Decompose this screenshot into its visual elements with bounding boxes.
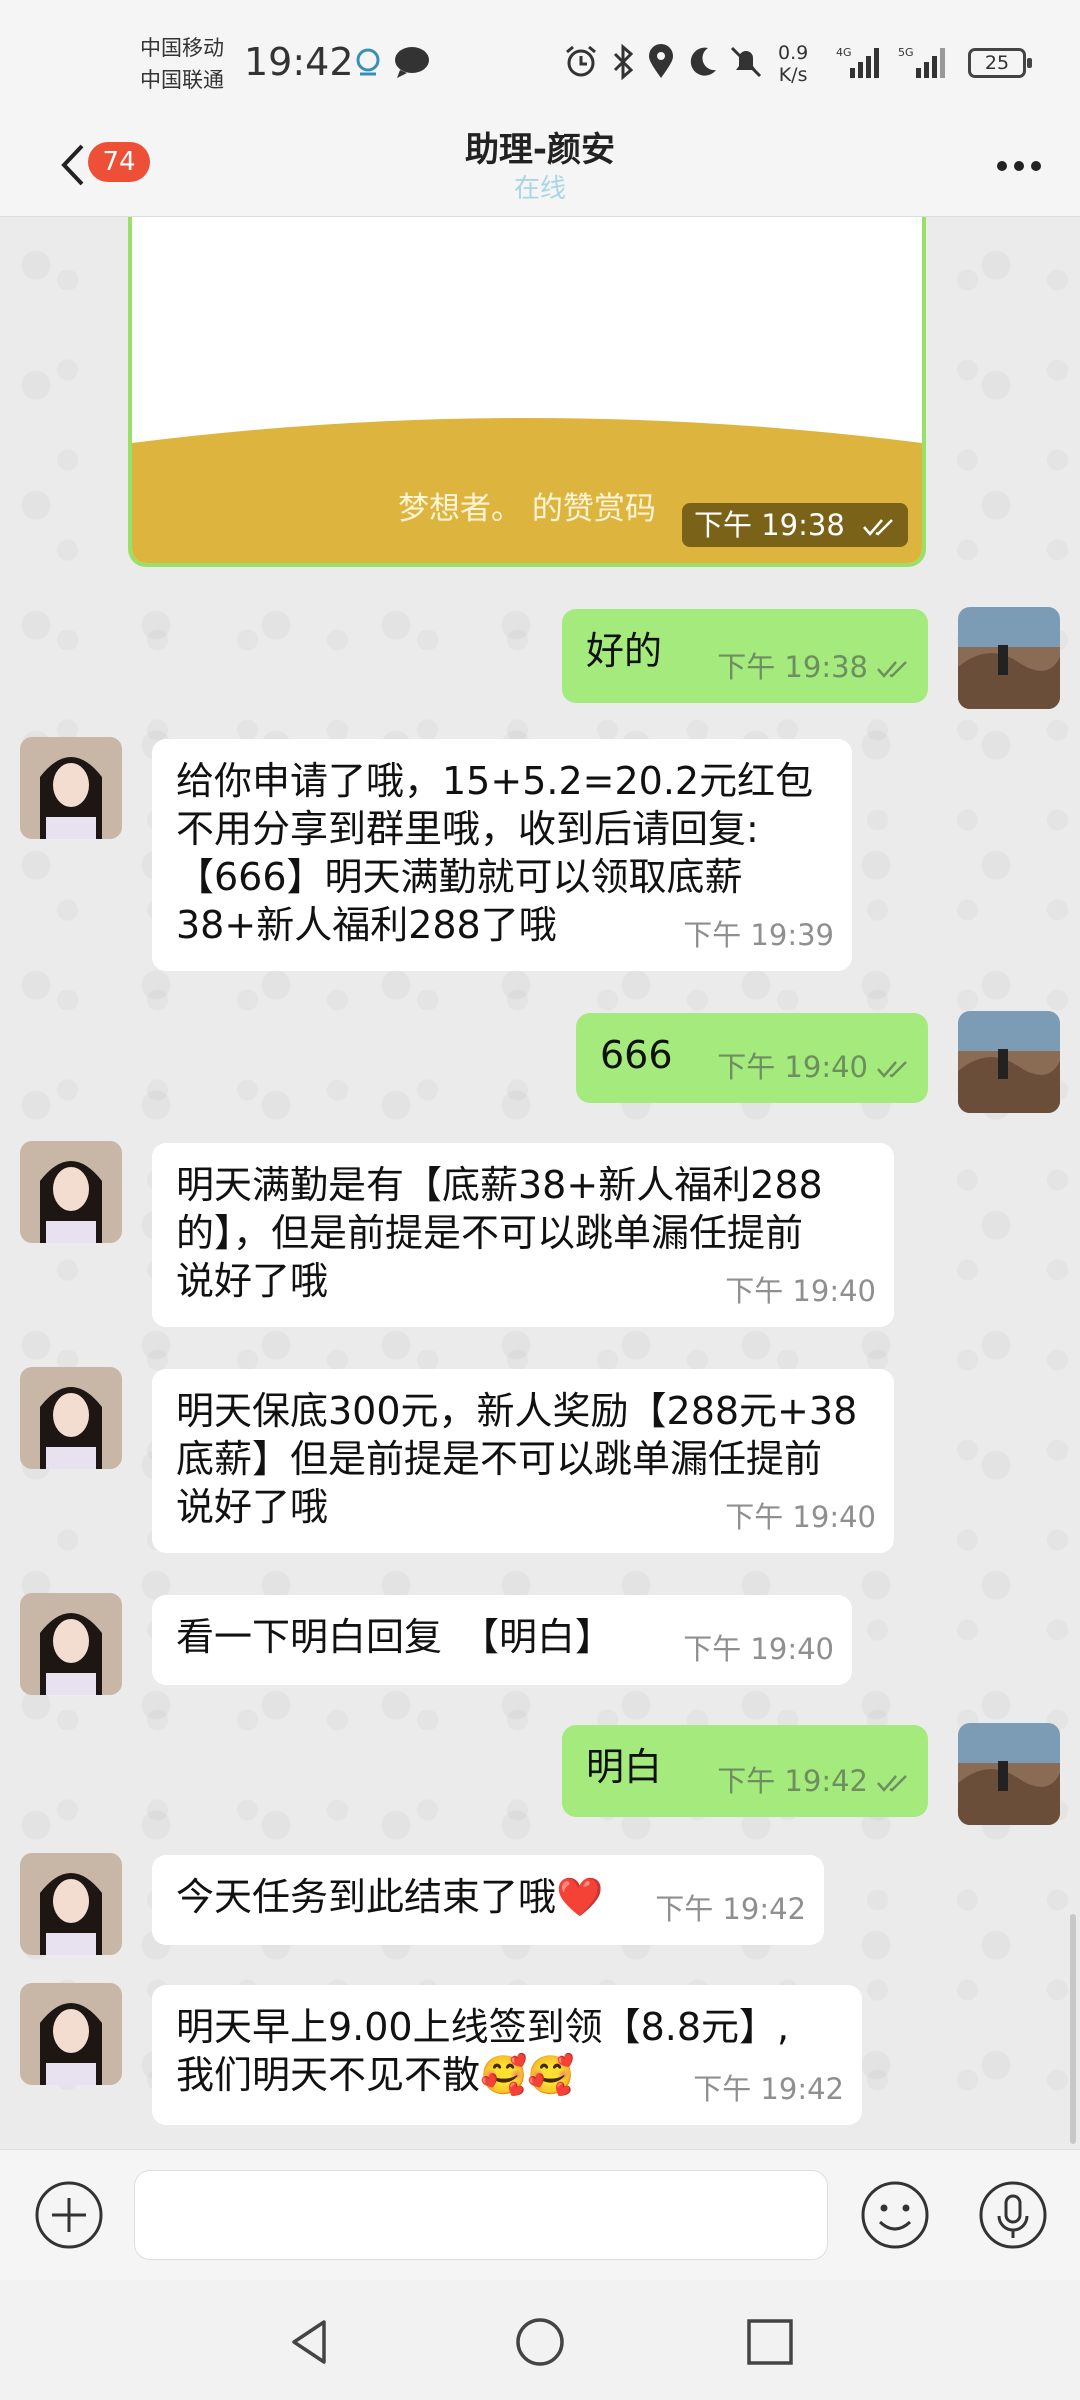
girl-avatar-image: [20, 1141, 122, 1243]
chat-message-list[interactable]: 梦想者。 的赞赏码 下午 19:38 好的 下午 19:38 给你申请了哦，15…: [0, 217, 1080, 2149]
contact-avatar[interactable]: [20, 1141, 122, 1243]
girl-avatar-image: [20, 737, 122, 839]
my-avatar[interactable]: [958, 1723, 1060, 1825]
message-bubble-outgoing[interactable]: 明白 下午 19:42: [562, 1725, 928, 1817]
carrier-1: 中国移动: [140, 36, 224, 60]
net-speed: 0.9 K/s: [778, 42, 809, 86]
message-bubble-incoming[interactable]: 今天任务到此结束了哦❤️ 下午 19:42: [152, 1855, 824, 1945]
message-bubble-incoming[interactable]: 给你申请了哦，15+5.2=20.2元红包 不用分享到群里哦，收到后请回复: 【…: [152, 739, 852, 971]
reward-card-time: 下午 19:38: [681, 503, 908, 547]
read-check-icon: [863, 519, 893, 536]
contact-avatar[interactable]: [20, 1853, 122, 1955]
location-icon: [649, 44, 673, 78]
message-time: 下午 19:42: [655, 1892, 806, 1926]
girl-avatar-image: [20, 1853, 122, 1955]
girl-avatar-image: [20, 1367, 122, 1469]
message-time: 下午 19:42: [717, 1757, 910, 1805]
girl-avatar-image: [20, 1983, 122, 2085]
message-time: 下午 19:38: [717, 643, 910, 691]
bluetooth-icon: [613, 44, 634, 80]
microphone-icon[interactable]: [978, 2180, 1048, 2250]
nav-back-icon[interactable]: [284, 2316, 336, 2368]
scrollbar[interactable]: [1070, 1914, 1076, 2144]
signal-4g-icon: 4G: [836, 46, 879, 78]
svg-text:5G: 5G: [898, 46, 914, 59]
plus-icon[interactable]: [34, 2180, 104, 2250]
message-input-bar: [0, 2149, 1080, 2280]
message-bubble-incoming[interactable]: 明天满勤是有【底薪38+新人福利288 的】，但是前提是不可以跳单漏任提前 说好…: [152, 1143, 894, 1327]
my-avatar[interactable]: [958, 607, 1060, 709]
message-input[interactable]: [134, 2170, 828, 2260]
more-options-icon[interactable]: [996, 160, 1042, 172]
read-check-icon: [877, 1775, 907, 1792]
chat-bubble-icon: [395, 47, 429, 78]
message-time: 下午 19:40: [717, 1043, 910, 1091]
contact-avatar[interactable]: [20, 737, 122, 839]
system-navigation-bar: [0, 2280, 1080, 2400]
message-time: 下午 19:40: [683, 1632, 834, 1666]
status-time: 19:42: [244, 40, 354, 84]
chat-header: 74 助理-颜安 在线: [0, 110, 1080, 217]
alarm-icon: [566, 45, 596, 77]
app-notification-icon: [356, 48, 380, 76]
message-time: 下午 19:39: [683, 918, 834, 952]
message-time: 下午 19:42: [693, 2072, 844, 2106]
message-time: 下午 19:40: [725, 1274, 876, 1308]
message-bubble-incoming[interactable]: 看一下明白回复 【明白】 下午 19:40: [152, 1595, 852, 1685]
message-bubble-outgoing[interactable]: 好的 下午 19:38: [562, 609, 928, 703]
my-avatar[interactable]: [958, 1011, 1060, 1113]
message-bubble-outgoing[interactable]: 666 下午 19:40: [576, 1013, 928, 1103]
read-check-icon: [877, 1061, 907, 1078]
contact-avatar[interactable]: [20, 1593, 122, 1695]
landscape-avatar-image: [958, 1011, 1060, 1113]
message-bubble-incoming[interactable]: 明天早上9.00上线签到领【8.8元】, 我们明天不见不散🥰🥰 下午 19:42: [152, 1985, 862, 2125]
moon-icon: [690, 47, 716, 76]
girl-avatar-image: [20, 1593, 122, 1695]
carrier-labels: 中国移动 中国联通: [140, 32, 224, 96]
message-bubble-incoming[interactable]: 明天保底300元，新人奖励【288元+38 底薪】但是前提是不可以跳单漏任提前 …: [152, 1369, 894, 1553]
contact-avatar[interactable]: [20, 1983, 122, 2085]
emoji-icon[interactable]: [860, 2180, 930, 2250]
carrier-2: 中国联通: [140, 68, 224, 92]
mute-bell-icon: [730, 46, 762, 78]
signal-5g-icon: 5G: [898, 46, 945, 78]
chat-title: 助理-颜安: [464, 130, 616, 170]
battery-indicator: 25: [968, 48, 1032, 78]
landscape-avatar-image: [958, 1723, 1060, 1825]
reward-code-card[interactable]: 梦想者。 的赞赏码 下午 19:38: [128, 217, 926, 567]
landscape-avatar-image: [958, 607, 1060, 709]
nav-home-icon[interactable]: [514, 2316, 566, 2368]
read-check-icon: [877, 661, 907, 678]
contact-avatar[interactable]: [20, 1367, 122, 1469]
online-status: 在线: [513, 174, 566, 204]
message-time: 下午 19:40: [725, 1500, 876, 1534]
svg-text:4G: 4G: [836, 46, 852, 59]
nav-recents-icon[interactable]: [744, 2316, 796, 2368]
